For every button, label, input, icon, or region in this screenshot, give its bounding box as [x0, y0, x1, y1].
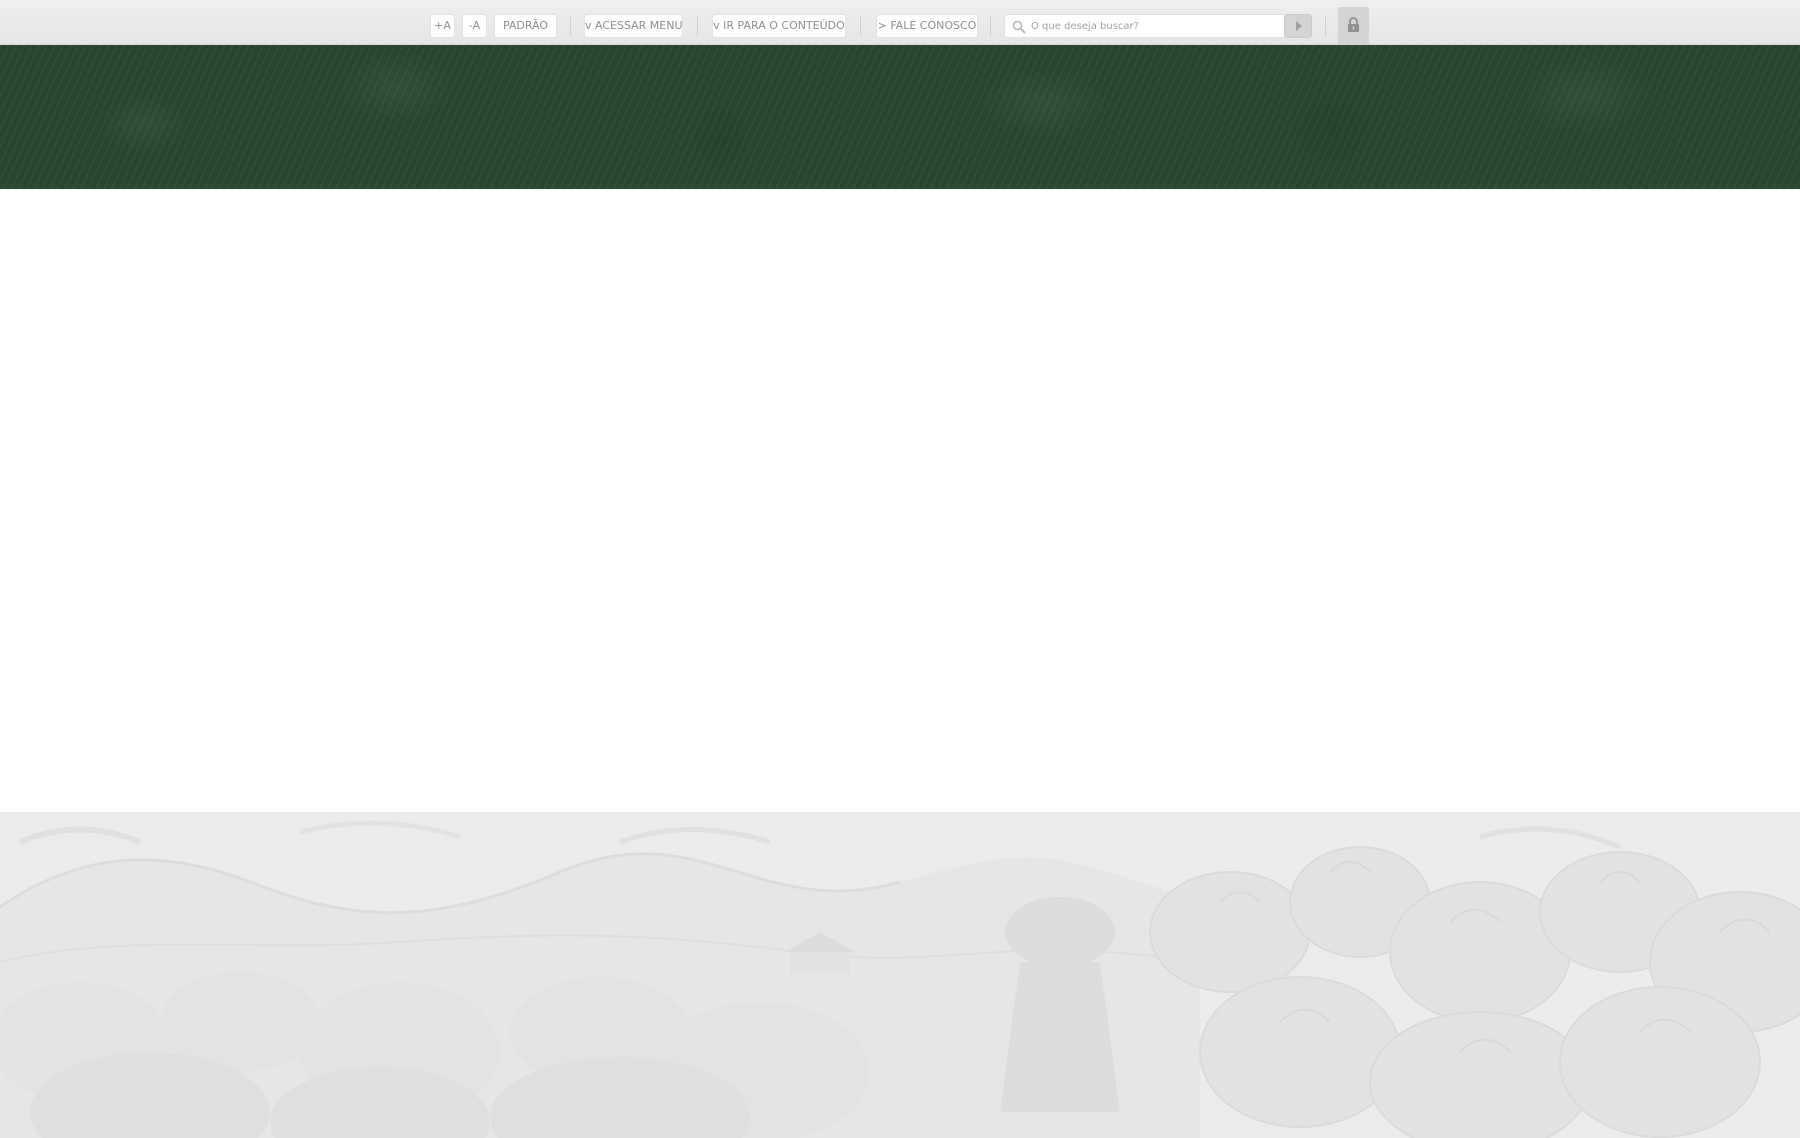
search-box — [1004, 14, 1312, 38]
search-input[interactable] — [1031, 16, 1285, 36]
decrease-font-button[interactable]: -A — [462, 14, 487, 38]
coffee-farm-illustration — [0, 820, 1800, 1138]
header-banner — [0, 45, 1800, 189]
search-submit-button[interactable] — [1284, 14, 1312, 38]
divider — [860, 16, 861, 36]
access-menu-link[interactable]: v ACESSAR MENU — [584, 14, 683, 38]
footer-illustration — [0, 812, 1800, 1138]
increase-font-button[interactable]: +A — [430, 14, 455, 38]
accessibility-bar: +A -A PADRÃO v ACESSAR MENU v IR PARA O … — [0, 0, 1800, 51]
contact-link[interactable]: > FALE CONOSCO — [876, 14, 978, 38]
search-icon — [1012, 19, 1026, 34]
default-font-button[interactable]: PADRÃO — [494, 14, 557, 38]
divider — [990, 16, 991, 36]
divider — [1325, 16, 1326, 36]
divider — [570, 16, 571, 36]
divider — [697, 16, 698, 36]
main-content — [0, 189, 1800, 812]
go-to-content-link[interactable]: v IR PARA O CONTEÚDO — [712, 14, 846, 38]
